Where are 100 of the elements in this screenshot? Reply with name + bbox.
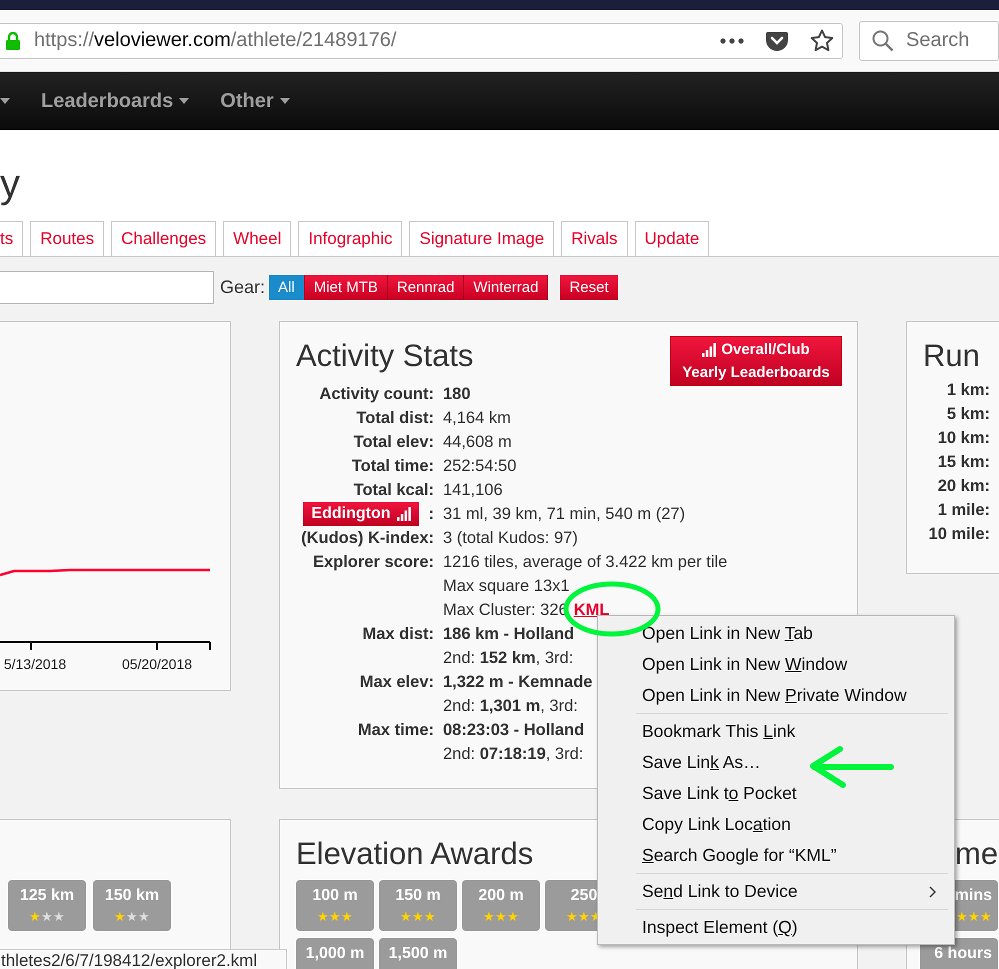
star-icon: ★ <box>341 908 353 926</box>
gear-option[interactable]: Winterrad <box>464 275 548 300</box>
nav-menu[interactable]: Leaderboards <box>41 90 190 112</box>
tab[interactable]: Routes <box>30 221 104 256</box>
star-icon: ★ <box>495 908 507 926</box>
caret-icon <box>179 98 190 104</box>
tab[interactable]: Challenges <box>111 221 216 256</box>
badge-label: 150 m <box>395 886 441 906</box>
stat-value: 08:23:03 - Holland <box>443 720 584 741</box>
stat-label: 5 km: <box>946 404 990 425</box>
tab[interactable]: Rivals <box>561 221 628 256</box>
panel-title: Elevation Awards <box>296 836 534 871</box>
star-icon: ★ <box>483 908 495 926</box>
star-icon: ★ <box>317 908 329 926</box>
eddington-button[interactable]: Eddington <box>303 502 418 526</box>
star-icon: ★ <box>566 908 578 926</box>
axis-label: 05/20/2018 <box>122 656 192 672</box>
badge-label: 1,500 m <box>388 944 448 964</box>
tab[interactable]: Update <box>634 221 710 256</box>
stat-label: Explorer score: <box>312 552 434 573</box>
stat-value: 2nd: 1,301 m, 3rd: <box>443 696 578 717</box>
menu-item[interactable]: Inspect Element (Q) <box>598 912 954 943</box>
stat-label: Total time: <box>350 456 434 477</box>
search-field[interactable]: Search <box>859 20 999 60</box>
stat-value: 44,608 m <box>443 432 512 453</box>
star-icon: ★ <box>578 908 590 926</box>
badge-label: 250 <box>570 886 598 906</box>
stat-value: 4,164 km <box>443 408 511 429</box>
page-title: y <box>0 161 20 208</box>
star-icon: ★ <box>329 908 341 926</box>
star-icon: ★ <box>41 908 53 926</box>
stat-label: 20 km: <box>938 476 990 497</box>
star-icon: ★ <box>114 908 126 926</box>
pocket-icon[interactable] <box>766 30 788 50</box>
badge-label: 150 km <box>104 886 160 906</box>
star-icon: ★ <box>138 908 150 926</box>
stat-value: 2nd: 07:18:19, 3rd: <box>443 744 584 765</box>
gear-label: Gear: <box>220 277 266 298</box>
stat-value: 1,322 m - Kemnade <box>443 672 592 693</box>
gear-option[interactable]: All <box>269 275 305 300</box>
stat-label: 1 mile: <box>938 500 990 521</box>
stat-label: 10 mile: <box>928 524 990 545</box>
menu-item[interactable]: Copy Link Location <box>598 809 954 840</box>
star-icon: ★ <box>956 908 968 926</box>
stat-label: Max dist: <box>361 624 434 645</box>
stat-label: : <box>428 504 434 525</box>
stat-label: Total dist: <box>355 408 434 429</box>
star-icon: ★ <box>424 908 436 926</box>
gear-option[interactable]: Miet MTB <box>304 275 388 300</box>
kml-link[interactable]: KML <box>574 601 610 619</box>
badge-label: 1,000 m <box>306 944 364 964</box>
stat-label: 1 km: <box>946 380 990 401</box>
leaderboards-button[interactable]: Overall/Club Yearly Leaderboards <box>670 336 842 386</box>
menu-item[interactable]: Search Google for “KML” <box>598 840 954 871</box>
stat-value: Max square 13x1 <box>443 576 570 597</box>
stat-label: Total elev: <box>352 432 434 453</box>
stat-label: Activity count: <box>318 384 434 405</box>
tab[interactable]: Signature Image <box>409 221 554 256</box>
stat-value: 31 ml, 39 km, 71 min, 540 m (27) <box>443 504 686 525</box>
panel-title: Run <box>923 338 980 373</box>
star-icon: ★ <box>968 908 980 926</box>
menu-item[interactable]: Open Link in New Private Window <box>598 680 954 711</box>
address-bar[interactable]: https://veloviewer.com/athlete/21489176/ <box>0 22 843 58</box>
stat-label: Total kcal: <box>352 480 434 501</box>
star-icon: ★ <box>29 908 41 926</box>
bars-icon <box>396 507 410 521</box>
badge-label: mins <box>954 886 992 906</box>
axis-label: 5/13/2018 <box>4 656 66 672</box>
url-text: https://veloviewer.com/athlete/21489176/ <box>34 29 398 52</box>
star-icon: ★ <box>126 908 138 926</box>
menu-item[interactable]: Bookmark This Link <box>598 716 954 747</box>
filter-field[interactable] <box>0 271 214 304</box>
bars-icon <box>702 342 716 356</box>
panel-title: Activity Stats <box>296 337 474 375</box>
tab[interactable]: Wheel <box>223 221 292 256</box>
star-icon[interactable] <box>810 29 834 52</box>
menu-item[interactable]: Open Link in New Window <box>598 649 954 680</box>
stat-label: (Kudos) K-index: <box>300 528 434 549</box>
stat-label: Max time: <box>356 720 434 741</box>
badge-label: 6 hours <box>934 944 992 964</box>
menu-item[interactable]: Open Link in New Tab <box>598 618 954 649</box>
stat-label: 10 km: <box>938 428 990 449</box>
badge-label: 200 m <box>478 886 524 906</box>
reset-button[interactable]: Reset <box>560 275 618 300</box>
stat-label: 15 km: <box>938 452 990 473</box>
panel-title: me <box>954 836 998 871</box>
stat-value: 186 km - Holland <box>443 624 574 645</box>
tab[interactable]: ts <box>0 221 24 256</box>
tab[interactable]: Infographic <box>298 221 402 256</box>
gear-option[interactable]: Rennrad <box>388 275 464 300</box>
stat-value: 180 <box>443 384 471 405</box>
nav-menu[interactable]: Other <box>220 90 290 112</box>
menu-item[interactable]: Save Link to Pocket <box>598 778 954 809</box>
badge-label: 100 m <box>312 886 358 906</box>
menu-item[interactable]: Send Link to Device <box>598 876 954 907</box>
stat-label: Max elev: <box>358 672 434 693</box>
menu-item[interactable]: Save Link As… <box>598 747 954 778</box>
star-icon: ★ <box>53 908 65 926</box>
stat-value: 141,106 <box>443 480 503 501</box>
more-icon[interactable] <box>720 38 744 44</box>
